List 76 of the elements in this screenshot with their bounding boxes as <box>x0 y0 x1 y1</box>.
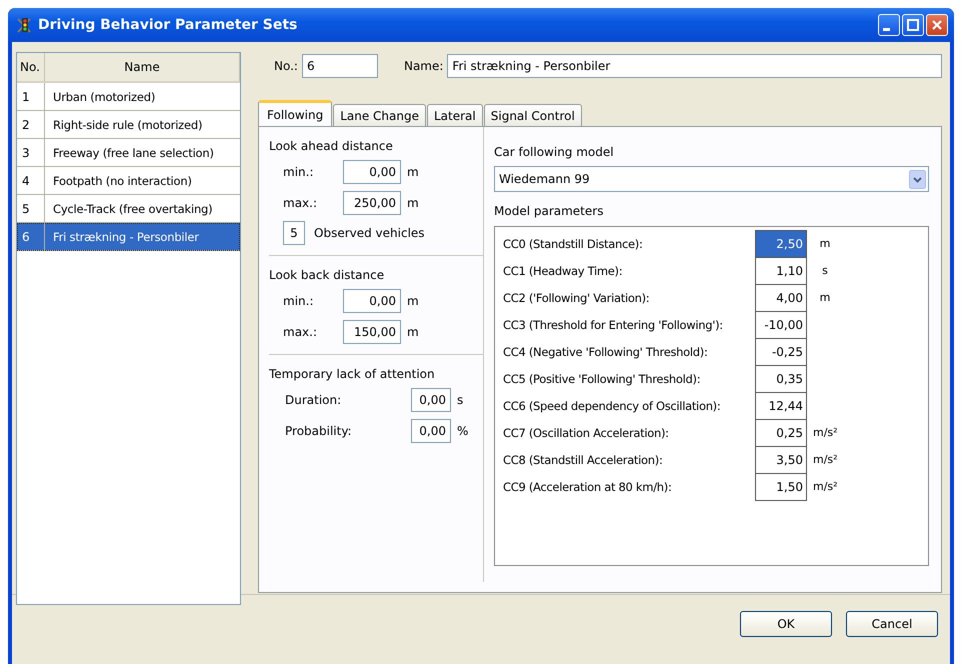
parameter-value[interactable]: -10,00 <box>755 311 807 339</box>
unit-label: m <box>818 291 832 304</box>
section-title: Look back distance <box>269 268 386 282</box>
section-title: Look ahead distance <box>269 139 394 153</box>
value-field[interactable]: 150,00 <box>343 320 401 344</box>
parameter-label: CC2 ('Following' Variation): <box>503 290 650 304</box>
list-row[interactable]: 3 Freeway (free lane selection) <box>17 139 240 167</box>
parameter-value[interactable]: 1,10 <box>755 257 807 285</box>
parameter-value[interactable]: 2,50 <box>755 230 807 258</box>
parameter-label: CC7 (Oscillation Acceleration): <box>503 426 670 440</box>
maximize-button[interactable] <box>902 14 924 36</box>
number-field[interactable]: 6 <box>302 54 378 78</box>
ok-button[interactable]: OK <box>740 611 832 637</box>
tab[interactable]: Lane Change <box>333 104 426 126</box>
maximize-icon <box>907 19 919 31</box>
unit-label: m <box>818 237 832 250</box>
tab[interactable]: Signal Control <box>484 104 582 126</box>
parameter-value[interactable]: -0,25 <box>755 338 807 366</box>
parameter-value[interactable]: 0,35 <box>755 365 807 393</box>
unit-label: m <box>407 325 419 339</box>
field-label: max.: <box>283 325 318 339</box>
list-row[interactable]: 1 Urban (motorized) <box>17 83 240 111</box>
minimize-icon <box>883 28 890 31</box>
close-icon <box>931 19 943 31</box>
unit-label: m <box>407 165 419 179</box>
section-title: Car following model <box>494 145 615 159</box>
field-label: min.: <box>283 165 314 179</box>
vehicles-field[interactable]: 5 <box>283 221 305 245</box>
parameter-value[interactable]: 3,50 <box>755 446 807 474</box>
name-label: Name: <box>404 59 444 73</box>
list-row[interactable]: 4 Footpath (no interaction) <box>17 167 240 195</box>
parameter-value[interactable]: 1,50 <box>755 473 807 501</box>
field-label: max.: <box>283 196 318 210</box>
window-title: Driving Behavior Parameter Sets <box>38 17 298 33</box>
value-field[interactable]: 0,00 <box>343 160 401 184</box>
cancel-button[interactable]: Cancel <box>846 611 938 637</box>
parameter-label: CC5 (Positive 'Following' Threshold): <box>503 372 702 386</box>
parameter-value[interactable]: 12,44 <box>755 392 807 420</box>
unit-label: m/s² <box>813 453 838 466</box>
list-row[interactable]: 2 Right-side rule (motorized) <box>17 111 240 139</box>
close-button[interactable] <box>926 14 948 36</box>
unit-label: m/s² <box>813 426 838 439</box>
model-dropdown[interactable]: Wiedemann 99 <box>494 166 929 192</box>
unit-label: m/s² <box>813 480 838 493</box>
name-field[interactable]: Fri strækning - Personbiler <box>447 54 942 78</box>
field-label: min.: <box>283 294 314 308</box>
value-field[interactable]: 0,00 <box>411 419 451 443</box>
value-field[interactable]: 250,00 <box>343 191 401 215</box>
column-header[interactable]: No. <box>17 53 45 81</box>
unit-label: m <box>407 294 419 308</box>
value-field[interactable]: 0,00 <box>411 388 451 412</box>
unit-label: s <box>821 264 829 277</box>
column-header[interactable]: Name <box>45 53 240 81</box>
number-label: No.: <box>274 59 298 73</box>
list-row[interactable]: 6 Fri strækning - Personbiler <box>17 223 240 251</box>
parameter-label: CC9 (Acceleration at 80 km/h): <box>503 480 673 494</box>
value-field[interactable]: 0,00 <box>343 289 401 313</box>
unit-label: s <box>457 393 464 407</box>
field-label: Probability: <box>285 424 353 438</box>
parameter-value[interactable]: 4,00 <box>755 284 807 312</box>
parameter-value[interactable]: 0,25 <box>755 419 807 447</box>
parameter-label: CC1 (Headway Time): <box>503 264 624 278</box>
unit-label: m <box>407 196 419 210</box>
field-label: Duration: <box>285 393 342 407</box>
tab[interactable]: Lateral <box>427 104 483 126</box>
parameter-label: CC0 (Standstill Distance): <box>503 236 644 250</box>
field-label: Observed vehicles <box>314 226 425 240</box>
parameter-label: CC6 (Speed dependency of Oscillation): <box>503 398 722 412</box>
parameter-label: CC3 (Threshold for Entering 'Following'): <box>503 318 724 332</box>
section-title: Temporary lack of attention <box>269 367 436 381</box>
parameter-label: CC8 (Standstill Acceleration): <box>503 452 664 466</box>
section-title: Model parameters <box>494 204 604 218</box>
tab[interactable]: Following <box>258 100 332 126</box>
unit-label: % <box>457 424 468 438</box>
parameter-label: CC4 (Negative 'Following' Threshold): <box>503 344 709 358</box>
minimize-button[interactable] <box>878 14 900 36</box>
